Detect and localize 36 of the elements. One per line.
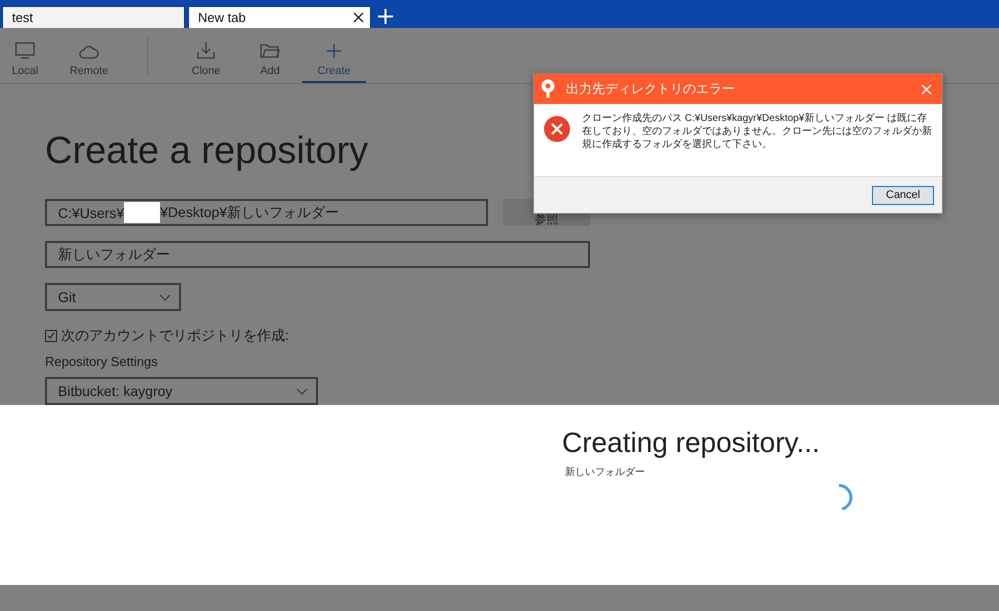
page-title: Create a repository <box>45 130 368 173</box>
close-icon[interactable] <box>353 12 364 23</box>
toolbar-button[interactable]: Add <box>238 28 302 83</box>
vcs-select[interactable]: Git <box>45 283 181 311</box>
monitor-icon <box>15 42 35 59</box>
plus-icon <box>326 43 342 59</box>
select-value: Git <box>58 289 76 305</box>
account-checkbox[interactable]: 次のアカウントでリポジトリを作成: <box>45 327 999 345</box>
dialog-title: 出力先ディレクトリのエラー <box>566 80 736 98</box>
toolbar-button[interactable]: Create <box>302 28 366 83</box>
path-field[interactable]: C:¥Users¥ ¥Desktop¥新しいフォルダー <box>45 199 488 226</box>
chevron-icon <box>159 294 171 300</box>
toolbar-button[interactable]: Remote <box>57 28 121 83</box>
toolbar-button[interactable]: Clone <box>174 28 238 83</box>
progress-subtitle: 新しいフォルダー <box>565 466 645 479</box>
download-icon <box>196 41 216 59</box>
error-message: クローン作成先のパス C:¥Users¥kagyr¥Desktop¥新しいフォルダー は既に存在しており、空のフォルダではありません。クローン先には空のフォルダか新規に作成するフォルダを選択して下さい。 <box>582 112 932 152</box>
cloud-icon <box>79 45 99 59</box>
progress-title: Creating repository... <box>562 427 820 459</box>
toolbar-button[interactable]: Local <box>0 28 57 83</box>
path-text: ¥Desktop¥新しいフォルダー <box>160 204 340 222</box>
name-field[interactable]: 新しいフォルダー <box>45 241 590 268</box>
check-icon <box>47 332 55 340</box>
close-button[interactable] <box>921 84 932 94</box>
folder-icon <box>260 43 280 59</box>
chevron-icon <box>296 388 308 394</box>
path-text: C:¥Users¥ <box>58 204 124 220</box>
select-value: Bitbucket: kaygroy <box>58 383 172 399</box>
cancel-button[interactable]: Cancel <box>872 186 934 204</box>
app-logo-icon <box>540 79 556 99</box>
error-icon <box>544 116 570 142</box>
settings-label: Repository Settings <box>45 354 159 369</box>
tab[interactable]: test <box>2 6 185 28</box>
tab[interactable]: New tab <box>188 6 371 28</box>
spinner-icon <box>837 484 854 510</box>
account-select[interactable]: Bitbucket: kaygroy <box>45 377 318 405</box>
